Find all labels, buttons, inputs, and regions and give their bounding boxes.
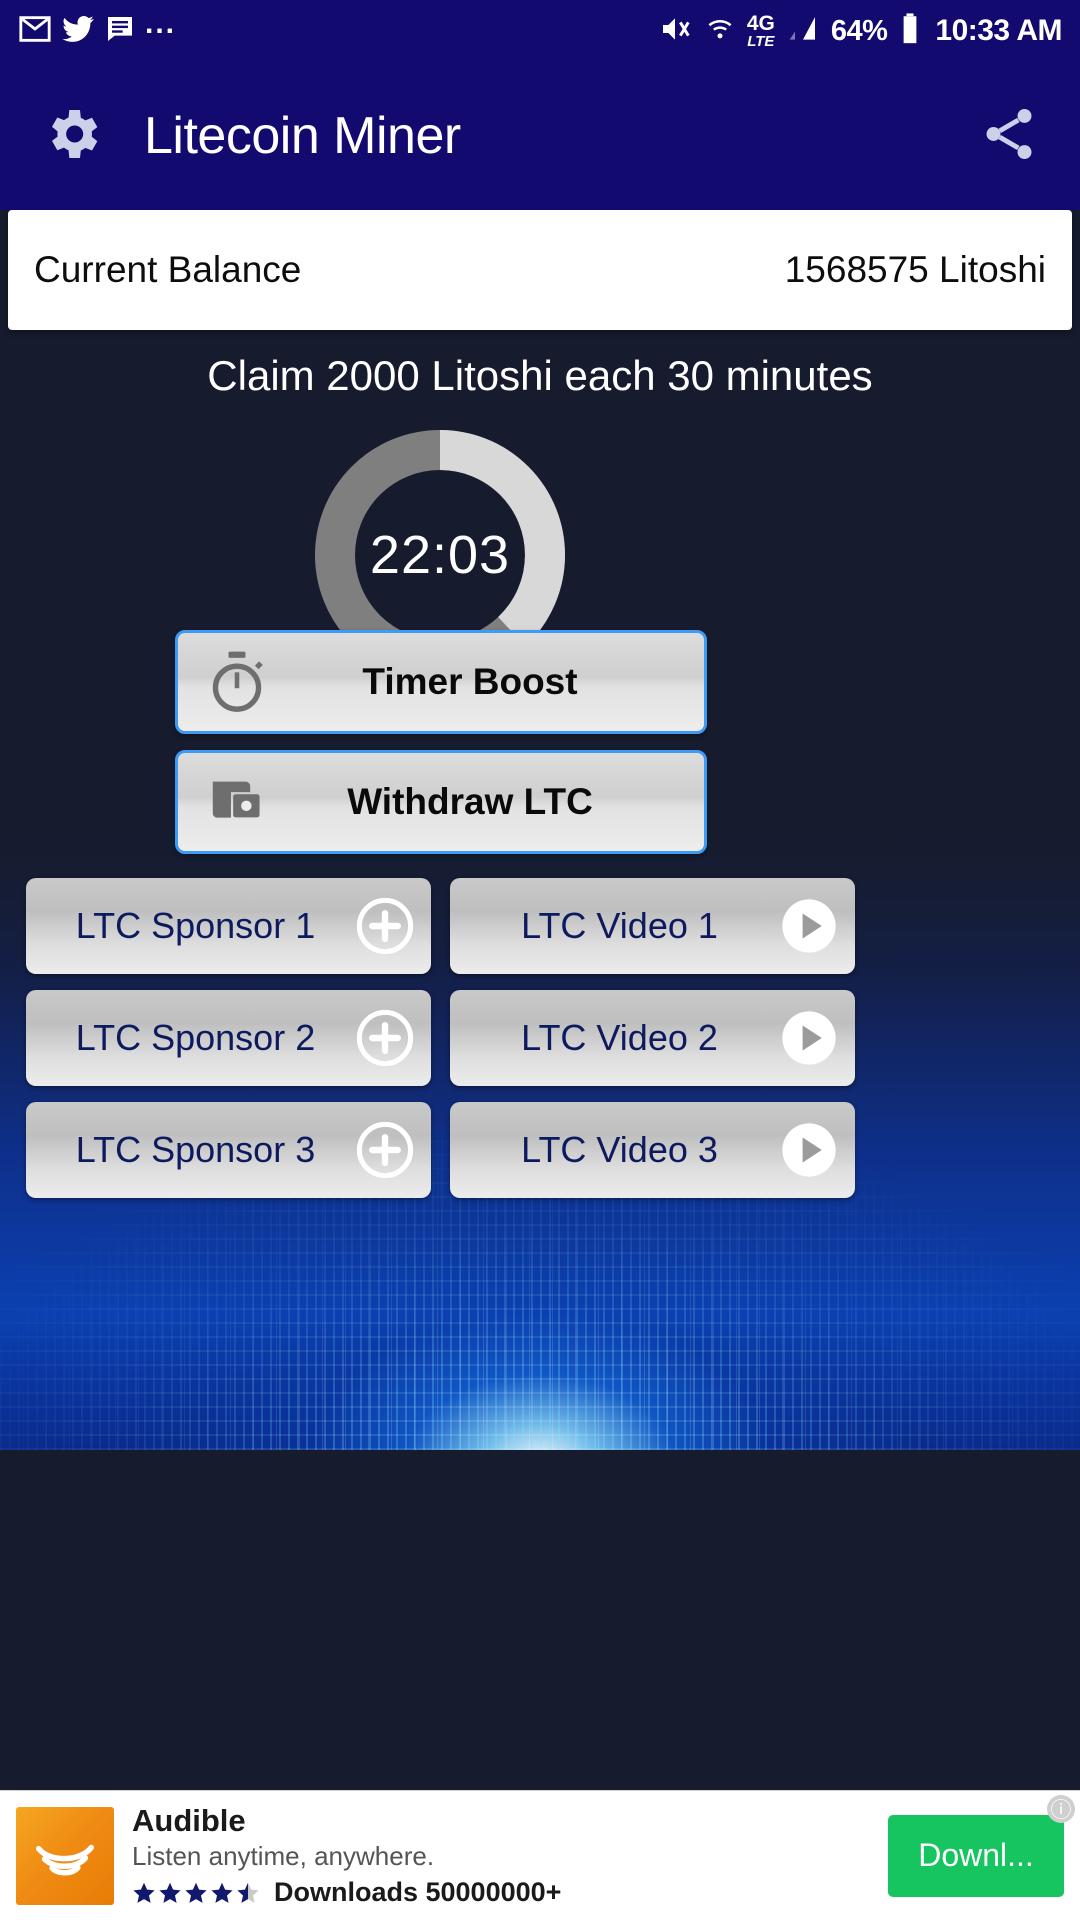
ad-download-button[interactable]: Downl... xyxy=(888,1815,1064,1897)
ltc-video-3-label: LTC Video 3 xyxy=(450,1129,763,1171)
claim-info-text: Claim 2000 Litoshi each 30 minutes xyxy=(0,352,1080,400)
ad-title: Audible xyxy=(132,1803,561,1839)
play-circle-icon xyxy=(763,894,855,958)
ltc-sponsor-3-button[interactable]: LTC Sponsor 3 xyxy=(26,1102,431,1198)
withdraw-ltc-button[interactable]: Withdraw LTC xyxy=(175,750,707,854)
wifi-icon xyxy=(705,13,735,50)
ltc-video-3-button[interactable]: LTC Video 3 xyxy=(450,1102,855,1198)
ltc-video-2-label: LTC Video 2 xyxy=(450,1017,763,1059)
battery-icon xyxy=(899,12,921,51)
status-bar-notifications: ... xyxy=(18,12,176,51)
timer-boost-label: Timer Boost xyxy=(296,661,704,703)
ltc-video-1-button[interactable]: LTC Video 1 xyxy=(450,878,855,974)
mute-icon xyxy=(657,13,693,50)
network-sub-label: LTE xyxy=(747,34,774,49)
app-root: ... 4G LTE 64% 10:33 AM xyxy=(0,0,1080,1920)
audible-logo-icon xyxy=(16,1807,114,1905)
status-bar-system: 4G LTE 64% 10:33 AM xyxy=(657,12,1062,51)
balance-card: Current Balance 1568575 Litoshi xyxy=(8,210,1072,330)
play-circle-icon xyxy=(763,1006,855,1070)
network-type-icon: 4G LTE xyxy=(747,13,775,49)
withdraw-ltc-label: Withdraw LTC xyxy=(296,781,704,823)
ltc-sponsor-1-label: LTC Sponsor 1 xyxy=(26,905,339,947)
timer-boost-button[interactable]: Timer Boost xyxy=(175,630,707,734)
signal-icon xyxy=(787,13,819,50)
balance-value: 1568575 Litoshi xyxy=(785,249,1046,291)
page-title: Litecoin Miner xyxy=(144,106,461,166)
ltc-sponsor-3-label: LTC Sponsor 3 xyxy=(26,1129,339,1171)
play-circle-icon xyxy=(763,1118,855,1182)
ltc-video-1-label: LTC Video 1 xyxy=(450,905,763,947)
ad-subtitle: Listen anytime, anywhere. xyxy=(132,1839,561,1874)
battery-percent-label: 64% xyxy=(831,15,888,48)
status-overflow-label: ... xyxy=(145,17,176,31)
ad-banner[interactable]: ⓘ Audible Listen anytime, anywhere. xyxy=(0,1790,1080,1920)
plus-circle-icon xyxy=(339,1118,431,1182)
ltc-sponsor-1-button[interactable]: LTC Sponsor 1 xyxy=(26,878,431,974)
wallet-icon xyxy=(178,769,296,835)
balance-label: Current Balance xyxy=(34,249,301,291)
app-bar: Litecoin Miner xyxy=(0,62,1080,210)
main-content: Claim 2000 Litoshi each 30 minutes 22:03… xyxy=(0,330,1080,1450)
share-icon[interactable] xyxy=(978,103,1040,170)
info-icon[interactable]: ⓘ xyxy=(1047,1795,1075,1823)
ad-downloads-label: Downloads 50000000+ xyxy=(274,1877,561,1908)
gear-icon[interactable] xyxy=(40,102,104,171)
ad-text-block: Audible Listen anytime, anywhere. xyxy=(132,1803,561,1909)
ad-rating-stars xyxy=(132,1879,262,1907)
status-clock: 10:33 AM xyxy=(935,14,1062,48)
ltc-video-2-button[interactable]: LTC Video 2 xyxy=(450,990,855,1086)
ad-meta-row: Downloads 50000000+ xyxy=(132,1877,561,1908)
network-label: 4G xyxy=(747,13,775,34)
twitter-icon xyxy=(61,12,95,51)
plus-circle-icon xyxy=(339,1006,431,1070)
ltc-sponsor-2-button[interactable]: LTC Sponsor 2 xyxy=(26,990,431,1086)
stopwatch-icon xyxy=(178,648,296,716)
status-bar: ... 4G LTE 64% 10:33 AM xyxy=(0,0,1080,62)
plus-circle-icon xyxy=(339,894,431,958)
gmail-icon xyxy=(18,12,52,51)
message-icon xyxy=(104,12,136,51)
ltc-sponsor-2-label: LTC Sponsor 2 xyxy=(26,1017,339,1059)
